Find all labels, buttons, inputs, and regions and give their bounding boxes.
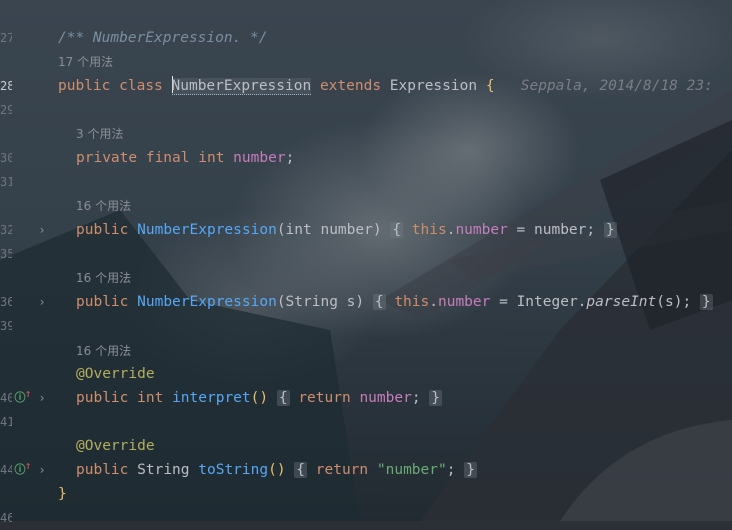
usages-hint[interactable]: 16 个用法 — [76, 269, 131, 287]
doc-comment: /** NumberExpression. */ — [58, 30, 268, 46]
line-number: 40 — [0, 391, 12, 405]
folded-open-brace[interactable]: { — [276, 390, 290, 406]
constructor-name[interactable]: NumberExpression — [137, 294, 277, 310]
integer-class[interactable]: Integer. — [517, 294, 587, 310]
code-line[interactable]: public int interpret() { return number; … — [76, 386, 443, 410]
folded-close-brace[interactable]: } — [603, 222, 617, 238]
keyword-final: final — [145, 150, 190, 166]
semicolon: ; — [411, 390, 421, 406]
field-number[interactable]: number — [359, 390, 411, 406]
keyword-public: public — [76, 390, 129, 406]
chevron-right-icon[interactable]: › — [36, 222, 48, 238]
parameter-list: (int number) — [276, 222, 382, 238]
keyword-return: return — [298, 390, 351, 406]
parens: () — [268, 462, 286, 478]
code-line[interactable]: } — [58, 482, 67, 506]
line-number: 35 — [0, 247, 12, 261]
code-line[interactable]: @Override — [76, 434, 155, 458]
line-number: 39 — [0, 319, 12, 333]
usages-hint[interactable]: 17 个用法 — [58, 53, 113, 71]
override-up-arrow-icon[interactable]: ↑ — [22, 458, 34, 474]
chevron-right-icon[interactable]: › — [36, 390, 48, 406]
string-literal: "number" — [376, 462, 447, 478]
method-tostring[interactable]: toString — [198, 462, 268, 478]
line-number: 41 — [0, 415, 12, 429]
usages-hint[interactable]: 16 个用法 — [76, 342, 131, 360]
folded-open-brace[interactable]: { — [390, 222, 404, 238]
keyword-this: this — [394, 294, 430, 310]
annotation-override[interactable]: @Override — [76, 438, 155, 454]
editor-gutter: 27 28 29 30 31 32 35 36 39 40 41 44 46 ›… — [0, 0, 52, 525]
type-string[interactable]: String — [137, 462, 189, 478]
method-interpret[interactable]: interpret — [172, 390, 251, 406]
code-line[interactable]: /** NumberExpression. */ — [58, 26, 268, 50]
line-number: 31 — [0, 175, 12, 189]
call-arguments: (s); — [656, 294, 692, 310]
keyword-extends: extends — [319, 78, 382, 94]
line-number: 36 — [0, 295, 12, 309]
keyword-public: public — [76, 462, 129, 478]
code-line[interactable]: @Override — [76, 362, 155, 386]
usages-hint[interactable]: 16 个用法 — [76, 197, 131, 215]
keyword-class: class — [119, 78, 163, 94]
semicolon: ; — [285, 150, 295, 166]
code-line[interactable]: public NumberExpression(int number) { th… — [76, 218, 617, 242]
class-open-brace: { — [485, 78, 495, 94]
parameter-list: (String s) — [276, 294, 365, 310]
usages-hint[interactable]: 3 个用法 — [76, 125, 123, 143]
static-method-parseint[interactable]: parseInt — [586, 294, 656, 310]
line-number: 32 — [0, 223, 12, 237]
folded-close-brace[interactable]: } — [429, 390, 443, 406]
chevron-right-icon[interactable]: › — [36, 462, 48, 478]
constructor-name[interactable]: NumberExpression — [137, 222, 277, 238]
line-number: 30 — [0, 151, 12, 165]
override-up-arrow-icon[interactable]: ↑ — [22, 386, 34, 402]
assignment: = number; — [507, 222, 596, 238]
line-number: 46 — [0, 511, 12, 525]
git-blame-annotation[interactable]: Seppala, 2014/8/18 23: — [521, 78, 713, 94]
keyword-int: int — [137, 390, 164, 406]
line-number-current: 28 — [0, 79, 12, 93]
keyword-this: this — [411, 222, 447, 238]
code-line[interactable]: public String toString() { return "numbe… — [76, 458, 477, 482]
line-number: 29 — [0, 103, 12, 117]
field-number[interactable]: number — [233, 150, 285, 166]
folded-open-brace[interactable]: { — [372, 294, 386, 310]
super-class[interactable]: Expression — [390, 78, 477, 94]
keyword-public: public — [76, 222, 129, 238]
code-line[interactable]: public NumberExpression(String s) { this… — [76, 290, 713, 314]
folded-close-brace[interactable]: } — [699, 294, 713, 310]
folded-close-brace[interactable]: } — [464, 462, 477, 478]
line-number: 44 — [0, 463, 12, 477]
code-line-current[interactable]: public class NumberExpression extends Ex… — [58, 74, 713, 98]
parens: () — [250, 390, 269, 406]
keyword-public: public — [58, 78, 111, 94]
folded-open-brace[interactable]: { — [294, 462, 308, 478]
keyword-private: private — [76, 150, 138, 166]
class-name[interactable]: NumberExpression — [171, 78, 312, 95]
annotation-override[interactable]: @Override — [76, 366, 155, 382]
keyword-public: public — [76, 294, 129, 310]
chevron-right-icon[interactable]: › — [36, 294, 48, 310]
assignment: = — [490, 294, 517, 310]
keyword-int: int — [198, 150, 225, 166]
code-line[interactable]: private final int number; — [76, 146, 294, 170]
line-number: 27 — [0, 31, 12, 45]
keyword-return: return — [315, 462, 369, 478]
field-number[interactable]: number — [438, 294, 490, 310]
class-close-brace: } — [58, 486, 67, 502]
semicolon: ; — [446, 462, 456, 478]
field-number[interactable]: number — [455, 222, 507, 238]
dot: . — [429, 294, 438, 310]
